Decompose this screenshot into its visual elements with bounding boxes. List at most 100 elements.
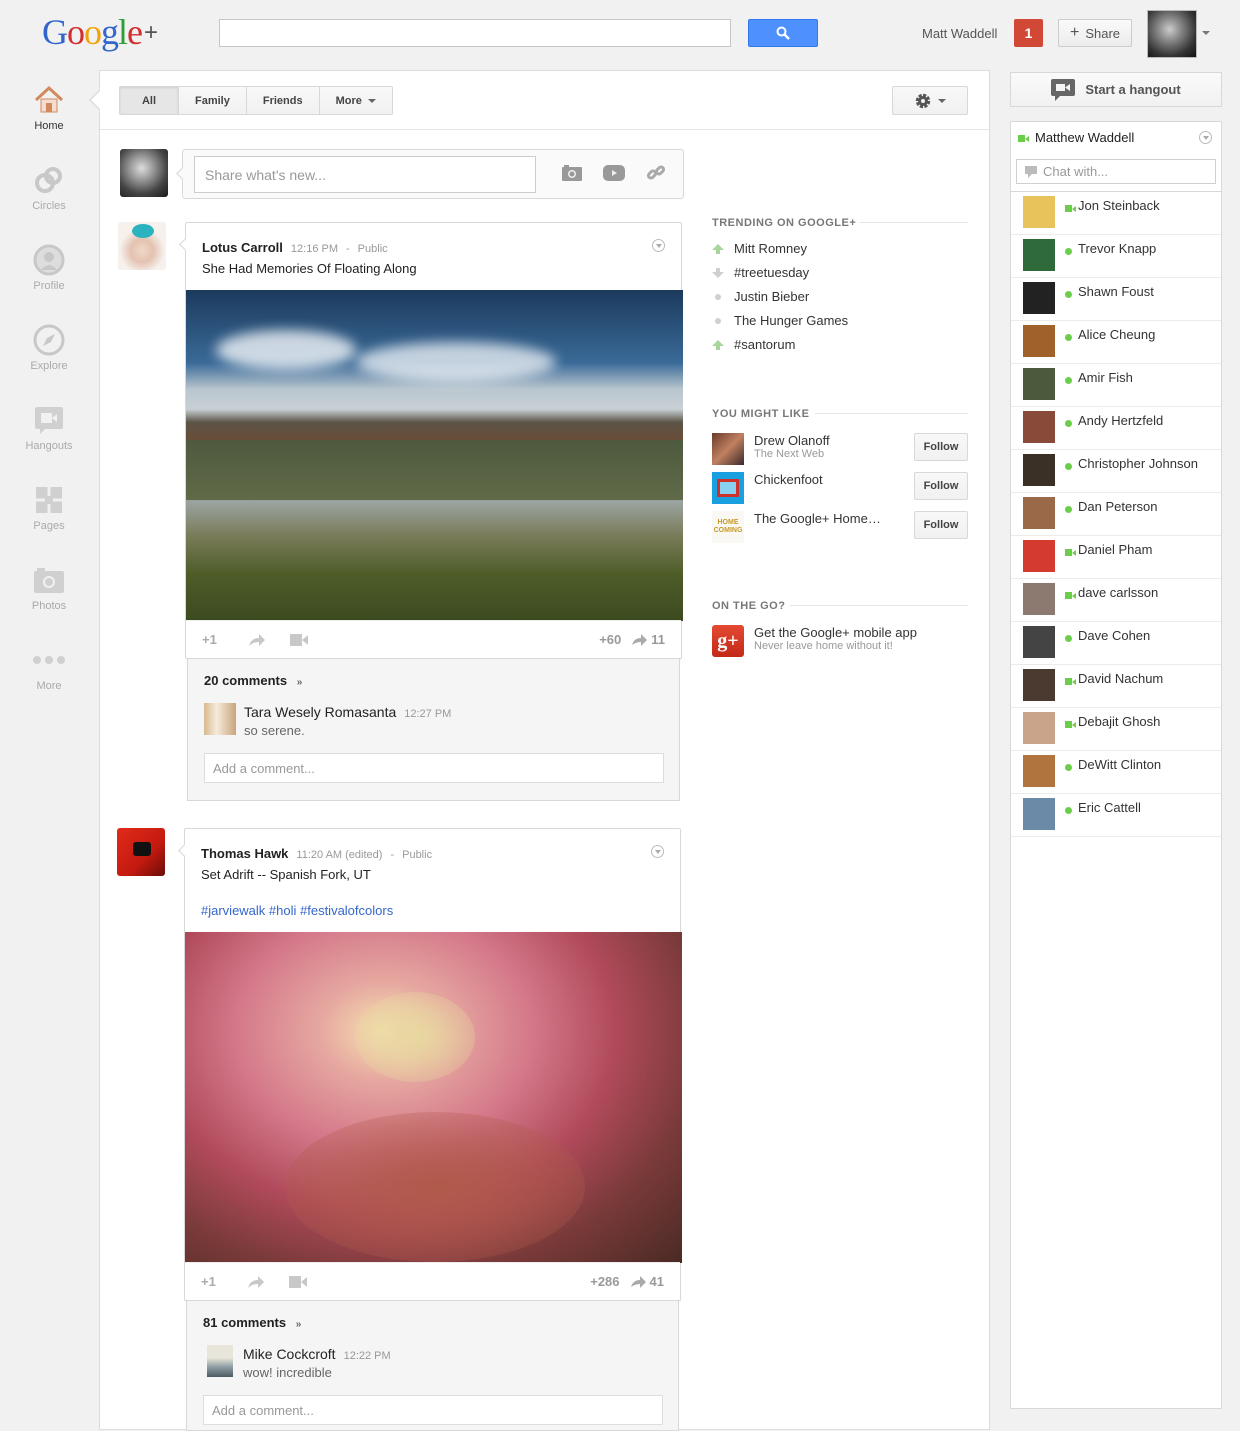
chat-settings-menu-icon[interactable] [1199,131,1212,144]
follow-button[interactable]: Follow [914,433,968,461]
share-count[interactable]: 11 [631,632,665,647]
my-avatar[interactable] [120,149,168,197]
share-button[interactable]: + Share [1058,19,1132,47]
comment-author[interactable]: Mike Cockcroft [243,1346,336,1362]
chat-contact[interactable]: Alice Cheung [1011,321,1221,364]
comment-avatar[interactable] [207,1345,233,1377]
plus-one-button[interactable]: +1 [202,632,242,647]
chat-contact[interactable]: Christopher Johnson [1011,450,1221,493]
trending-item[interactable]: #treetuesday [712,265,809,280]
chat-contact[interactable]: Trevor Knapp [1011,235,1221,278]
comments-toggle[interactable]: 81 comments » [203,1315,301,1330]
presence-indicator [1065,203,1076,212]
post-image[interactable] [185,932,682,1263]
suggestion-name[interactable]: Chickenfoot [754,472,823,487]
post-author-avatar[interactable] [117,828,165,876]
notification-badge[interactable]: 1 [1014,19,1043,47]
post-author-name[interactable]: Lotus Carroll [202,240,283,255]
account-menu-caret-icon[interactable] [1202,31,1210,35]
chat-contact[interactable]: Andy Hertzfeld [1011,407,1221,450]
plus-one-button[interactable]: +1 [201,1274,241,1289]
mobile-app-promo[interactable]: g+ Get the Google+ mobile app Never leave… [712,625,917,657]
chat-contact[interactable]: Debajit Ghosh [1011,708,1221,751]
trending-item[interactable]: Mitt Romney [712,241,807,256]
online-dot-icon [1065,463,1072,470]
comment-avatar[interactable] [204,703,236,735]
share-input[interactable]: Share what's new... [194,156,536,193]
nav-profile[interactable]: Profile [0,244,98,292]
post-hashtags[interactable]: #jarviewalk #holi #festivalofcolors [201,903,432,918]
nav-pointer-fill [91,91,100,109]
follow-button[interactable]: Follow [914,472,968,500]
post-author-avatar[interactable] [118,222,166,270]
nav-hangouts[interactable]: Hangouts [0,404,98,452]
hangout-post-icon[interactable] [289,1275,307,1288]
share-icon [632,633,648,646]
post-time[interactable]: 12:16 PM [291,243,338,255]
chat-search-input[interactable]: Chat with... [1016,159,1216,184]
start-hangout-button[interactable]: Start a hangout [1010,72,1222,107]
follow-button[interactable]: Follow [914,511,968,539]
add-photo-icon[interactable] [562,165,582,181]
chat-self-status[interactable]: Matthew Waddell [1018,130,1134,145]
filter-all[interactable]: All [120,87,179,114]
trending-heading: TRENDING ON GOOGLE+ [712,217,857,229]
suggestion-avatar[interactable] [712,433,744,465]
google-plus-logo[interactable]: Google+ [42,12,158,53]
hangout-post-icon[interactable] [290,633,308,646]
nav-home[interactable]: Home [0,84,98,132]
plus-one-count[interactable]: +60 [599,632,621,647]
chat-contact[interactable]: Eric Cattell [1011,794,1221,837]
chat-contact[interactable]: David Nachum [1011,665,1221,708]
chat-contact[interactable]: Dave Cohen [1011,622,1221,665]
account-avatar[interactable] [1147,10,1197,58]
comments-toggle[interactable]: 20 comments » [204,673,302,688]
post-menu-icon[interactable] [651,845,664,858]
chat-contact[interactable]: Daniel Pham [1011,536,1221,579]
post-time[interactable]: 11:20 AM (edited) [296,849,382,861]
stream-settings-button[interactable] [892,86,968,115]
comment-author[interactable]: Tara Wesely Romasanta [244,704,396,720]
nav-circles[interactable]: Circles [0,164,98,212]
chat-contact[interactable]: Amir Fish [1011,364,1221,407]
chat-contact[interactable]: dave carlsson [1011,579,1221,622]
share-post-icon[interactable] [247,1275,265,1289]
post-image[interactable] [186,290,683,621]
suggestion-avatar[interactable] [712,472,744,504]
filter-family[interactable]: Family [179,87,247,114]
suggestion-name[interactable]: The Google+ Home… [754,511,881,526]
trending-item[interactable]: Justin Bieber [712,289,809,304]
suggestion-name[interactable]: Drew Olanoff [754,433,830,448]
post-author-name[interactable]: Thomas Hawk [201,846,288,861]
post-visibility[interactable]: Public [402,849,432,861]
presence-indicator [1065,762,1072,771]
add-link-icon[interactable] [647,164,665,182]
mobile-app-title[interactable]: Get the Google+ mobile app [754,625,917,640]
search-input[interactable] [219,19,731,47]
nav-pages[interactable]: Pages [0,484,98,532]
trending-item[interactable]: The Hunger Games [712,313,848,328]
nav-photos[interactable]: Photos [0,564,98,612]
chat-contact-avatar [1023,454,1055,486]
plus-one-count[interactable]: +286 [590,1274,619,1289]
share-count[interactable]: 41 [630,1274,664,1289]
search-button[interactable] [748,19,818,47]
nav-explore[interactable]: Explore [0,324,98,372]
filter-more[interactable]: More [319,87,392,114]
add-video-icon[interactable] [603,165,625,181]
nav-more[interactable]: More [0,644,98,692]
user-name-link[interactable]: Matt Waddell [922,26,997,41]
chat-contact-avatar [1023,196,1055,228]
chat-contact[interactable]: Shawn Foust [1011,278,1221,321]
trending-item[interactable]: #santorum [712,337,795,352]
filter-friends[interactable]: Friends [246,87,320,114]
chat-contact[interactable]: DeWitt Clinton [1011,751,1221,794]
add-comment-input[interactable]: Add a comment... [204,753,664,783]
add-comment-input[interactable]: Add a comment... [203,1395,663,1425]
post-visibility[interactable]: Public [358,243,388,255]
share-post-icon[interactable] [248,633,266,647]
post-menu-icon[interactable] [652,239,665,252]
chat-contact[interactable]: Dan Peterson [1011,493,1221,536]
chat-contact[interactable]: Jon Steinback [1011,192,1221,235]
suggestion-avatar[interactable]: HOME COMING [712,511,744,543]
